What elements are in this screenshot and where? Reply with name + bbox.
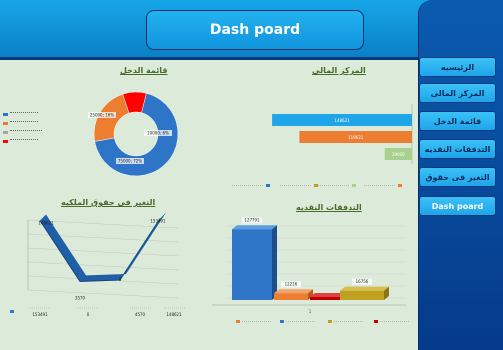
grid-line: [27, 289, 179, 299]
page-title: Dash poard: [146, 10, 364, 50]
bar-side: [272, 225, 277, 300]
table-value: 4570: [135, 312, 146, 317]
grid-line: [27, 247, 179, 257]
legend-swatch: [3, 140, 8, 143]
legend-swatch: [314, 184, 318, 187]
equity-chart-title: التغير فى حقوق الملكيه: [61, 198, 156, 207]
bar-label: 12216: [285, 282, 298, 287]
slice-label: 75000; 72%: [118, 159, 142, 164]
legend-swatch: [236, 320, 240, 323]
income-donut-chart: 75000; 72% 25000; 16% 10000; 6%: [88, 91, 179, 177]
series-line: [39, 218, 161, 282]
legend-swatch: [3, 113, 8, 116]
legend-swatch: [328, 320, 332, 323]
sidebar-item-income-statement[interactable]: قائمة الدخل: [419, 111, 496, 131]
point-label: 153491: [150, 219, 166, 224]
bar-label: 148621: [334, 118, 350, 123]
legend-swatch: [352, 184, 356, 187]
sidebar-item-dashboard[interactable]: Dash poard: [419, 196, 496, 216]
sidebar-item-home[interactable]: الرئيسيه: [419, 57, 496, 77]
slice-label: 25000; 16%: [90, 113, 114, 118]
cash-bar-chart: 127791 12216 16756 1: [212, 217, 410, 323]
legend-swatch: [10, 310, 14, 313]
bar-label: 119621: [348, 135, 364, 140]
slice-label: 10000; 6%: [147, 131, 169, 136]
bar-top: [340, 286, 389, 291]
bar-top: [310, 293, 345, 297]
bar-label: 29000: [392, 152, 405, 157]
bar-top: [274, 289, 313, 294]
bar: [340, 290, 384, 300]
area-ribbon: [40, 212, 166, 282]
legend-swatch: [398, 184, 402, 187]
legend-swatch: [280, 320, 284, 323]
bar-label: 16756: [356, 279, 369, 284]
point-label: 148621: [38, 221, 54, 226]
bar-top: [232, 225, 277, 230]
point-label: 0: [119, 277, 122, 282]
financial-bar-chart: 148621 119621 29000: [232, 104, 413, 187]
table-value: 0: [87, 312, 90, 317]
table-value: 153491: [32, 312, 48, 317]
legend-swatch: [374, 320, 378, 323]
bar: [274, 293, 308, 300]
table-value: 148621: [166, 312, 182, 317]
equity-area-chart: 148621 3570 0 153491 148621 4570 0 153491: [10, 212, 186, 317]
legend-swatch: [3, 122, 8, 125]
bar: [232, 229, 272, 300]
bar-label: 127791: [244, 218, 260, 223]
legend-swatch: [3, 131, 8, 134]
x-tick: 1: [309, 309, 312, 314]
legend-line: [10, 121, 38, 122]
legend-line: [10, 139, 38, 140]
legend-line: [10, 112, 38, 113]
cash-chart-title: التدفقات النقديه: [296, 203, 362, 212]
income-legend: [3, 113, 8, 143]
bar: [310, 297, 340, 300]
sidebar-item-cash-flows[interactable]: التدفقات النقديه: [419, 139, 496, 159]
sidebar-item-equity-changes[interactable]: التغير فى حقوق: [419, 167, 496, 187]
income-chart-title: قائمة الدخل: [120, 66, 168, 75]
sidebar-item-financial-position[interactable]: المركز المالى: [419, 83, 496, 103]
legend-line: [10, 130, 42, 131]
grid-line: [27, 261, 179, 271]
point-label: 3570: [75, 295, 86, 300]
legend-swatch: [266, 184, 270, 187]
financial-chart-title: المركز المالى: [312, 66, 366, 75]
